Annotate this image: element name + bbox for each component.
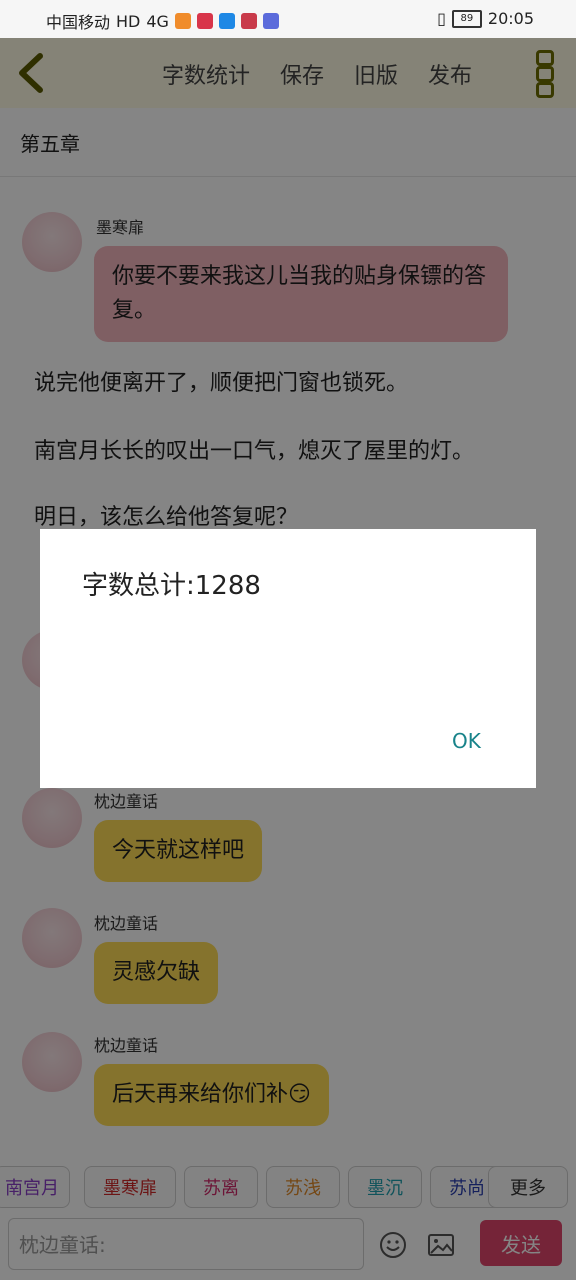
dialog-message: 字数总计:1288 [82, 571, 261, 601]
app-icon [262, 13, 279, 29]
word-count-dialog: 字数总计:1288 OK [40, 529, 536, 788]
app-icon [218, 13, 235, 29]
vibrate-icon: ▯ [437, 9, 446, 28]
ok-button[interactable]: OK [452, 729, 481, 753]
time-text: 20:05 [487, 9, 534, 28]
app-icon [174, 13, 191, 29]
app-icon [240, 13, 257, 29]
status-bar: 中国移动 HD 4G ▯ 89 20:05 [0, 0, 576, 38]
signal-icon: 4G [146, 11, 169, 31]
carrier-text: 中国移动 [46, 13, 111, 32]
battery-icon: 89 [451, 9, 482, 28]
app-icon [196, 13, 213, 29]
network-badge: HD [116, 11, 141, 31]
